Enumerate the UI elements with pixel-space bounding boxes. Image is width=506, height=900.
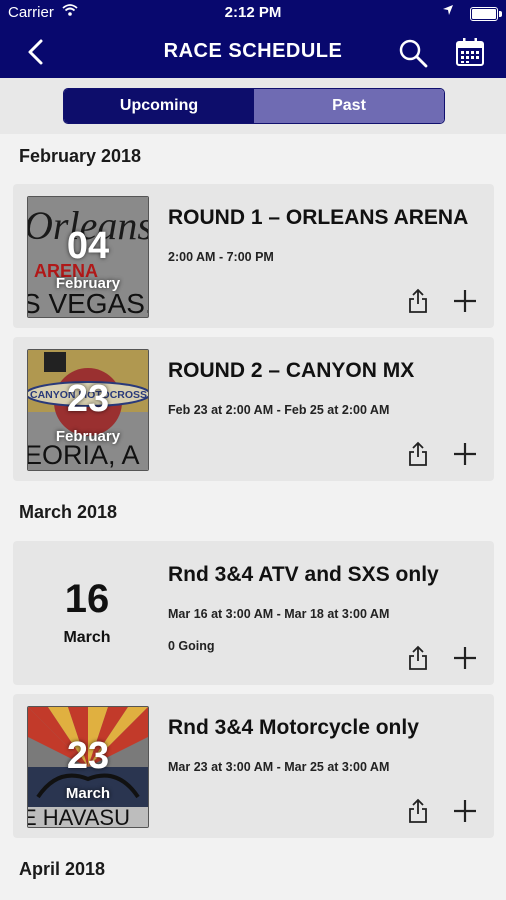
share-icon[interactable]	[407, 645, 429, 671]
search-icon[interactable]	[398, 38, 428, 68]
add-icon[interactable]	[453, 799, 477, 823]
location-arrow-icon	[442, 4, 454, 19]
event-day: 16	[64, 577, 110, 621]
tab-upcoming[interactable]: Upcoming	[64, 89, 254, 123]
schedule-tabs: Upcoming Past	[63, 88, 445, 124]
event-times: 2:00 AM - 7:00 PM	[168, 250, 274, 264]
event-times: Mar 16 at 3:00 AM - Mar 18 at 3:00 AM	[168, 607, 390, 621]
event-times: Feb 23 at 2:00 AM - Feb 25 at 2:00 AM	[168, 403, 390, 417]
going-count: 0 Going	[168, 639, 215, 653]
status-time: 2:12 PM	[224, 4, 282, 21]
section-header-february: February 2018	[0, 134, 506, 178]
page-title: RACE SCHEDULE	[163, 40, 343, 62]
event-month: February	[55, 275, 121, 292]
section-header-april: April 2018	[0, 847, 506, 891]
share-icon[interactable]	[407, 798, 429, 824]
section-label: April 2018	[19, 859, 106, 879]
segment-bar: Upcoming Past	[0, 78, 506, 134]
logo-text-bottom: E HAVASU	[28, 805, 130, 827]
event-title: ROUND 2 – CANYON MX	[168, 359, 415, 382]
status-bar: Carrier 2:12 PM	[0, 0, 506, 26]
event-day: 23	[66, 378, 110, 420]
section-label: February 2018	[19, 146, 142, 166]
event-title: Rnd 3&4 Motorcycle only	[168, 716, 419, 739]
nav-bar: RACE SCHEDULE	[0, 26, 506, 78]
event-times: Mar 23 at 3:00 AM - Mar 25 at 3:00 AM	[168, 760, 390, 774]
event-card[interactable]: 16 March Rnd 3&4 ATV and SXS only Mar 16…	[13, 541, 494, 685]
calendar-icon[interactable]	[455, 37, 485, 67]
event-card[interactable]: Orleans ARENA S VEGAS, 04 February ROUND…	[13, 184, 494, 328]
section-header-march: March 2018	[0, 490, 506, 534]
battery-icon	[470, 7, 502, 21]
event-card[interactable]: CANYON MOTOCROSS EORIA, A 23 February RO…	[13, 337, 494, 481]
section-label: March 2018	[19, 502, 118, 522]
event-title: ROUND 1 – ORLEANS ARENA	[168, 206, 469, 229]
event-thumbnail: CANYON MOTOCROSS EORIA, A 23 February	[27, 349, 149, 471]
logo-text-bottom: S VEGAS,	[28, 288, 148, 317]
add-icon[interactable]	[453, 289, 477, 313]
add-icon[interactable]	[453, 646, 477, 670]
event-month: February	[55, 428, 121, 445]
event-day: 04	[66, 225, 110, 267]
share-icon[interactable]	[407, 441, 429, 467]
tab-past[interactable]: Past	[254, 89, 444, 123]
event-title: Rnd 3&4 ATV and SXS only	[168, 563, 439, 586]
event-day: 23	[66, 735, 110, 777]
add-icon[interactable]	[453, 442, 477, 466]
event-thumbnail: E HAVASU 23 March	[27, 706, 149, 828]
share-icon[interactable]	[407, 288, 429, 314]
event-card[interactable]: E HAVASU 23 March Rnd 3&4 Motorcycle onl…	[13, 694, 494, 838]
event-thumbnail: Orleans ARENA S VEGAS, 04 February	[27, 196, 149, 318]
event-month: March	[65, 785, 111, 802]
event-month: March	[63, 629, 111, 646]
